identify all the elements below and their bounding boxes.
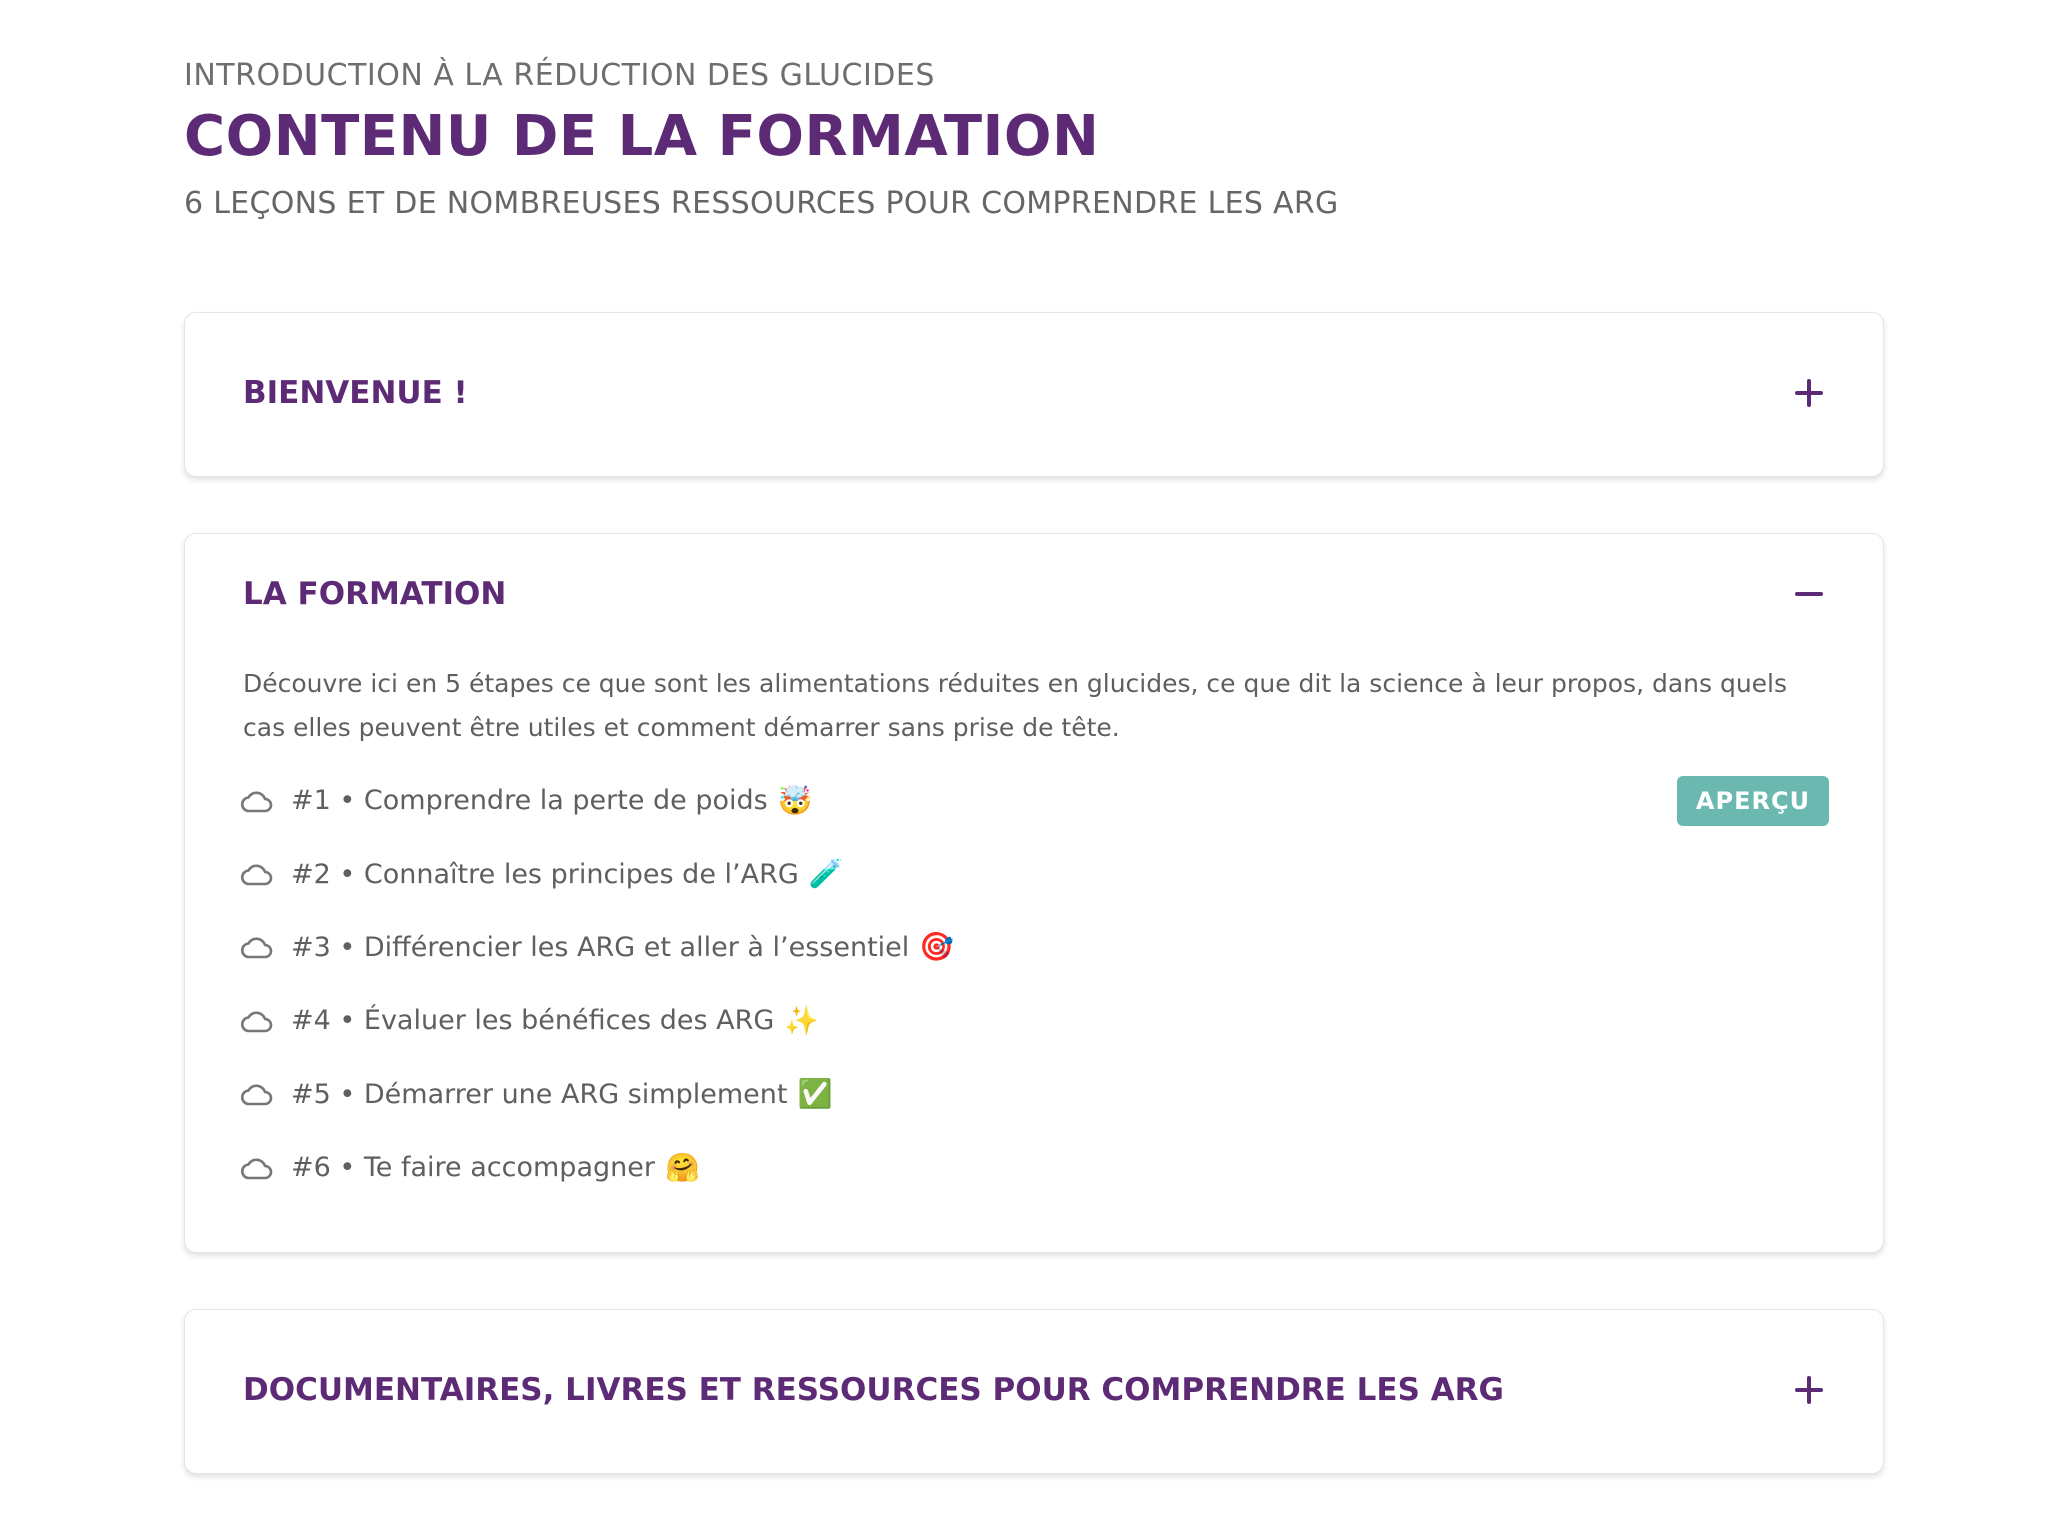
lesson-item-1[interactable]: #1 • Comprendre la perte de poids 🤯 APER… xyxy=(239,764,1829,837)
lesson-label: #2 • Connaître les principes de l’ARG xyxy=(291,858,799,890)
page-title: CONTENU DE LA FORMATION xyxy=(184,104,1100,169)
section-card-bienvenue: BIENVENUE ! xyxy=(184,312,1884,477)
lesson-item-5[interactable]: #5 • Démarrer une ARG simplement ✅ xyxy=(239,1058,1829,1131)
test-tube-emoji: 🧪 xyxy=(808,858,844,890)
cloud-icon xyxy=(240,864,273,886)
lesson-label: #5 • Démarrer une ARG simplement xyxy=(291,1078,788,1110)
exploding-head-emoji: 🤯 xyxy=(777,784,813,816)
cloud-icon xyxy=(240,791,273,812)
section-title: BIENVENUE ! xyxy=(243,375,468,411)
plus-icon[interactable] xyxy=(1793,377,1825,409)
check-mark-emoji: ✅ xyxy=(797,1078,833,1110)
sparkles-emoji: ✨ xyxy=(784,1004,820,1036)
cloud-icon xyxy=(240,1158,273,1179)
cloud-icon xyxy=(240,1011,273,1033)
lesson-label: #3 • Différencier les ARG et aller à l’e… xyxy=(291,931,910,963)
preview-button[interactable]: APERÇU xyxy=(1677,776,1829,826)
lesson-list: #1 • Comprendre la perte de poids 🤯 APER… xyxy=(239,764,1829,1204)
section-description: Découvre ici en 5 étapes ce que sont les… xyxy=(243,669,1788,742)
course-eyebrow: INTRODUCTION À LA RÉDUCTION DES GLUCIDES xyxy=(184,58,935,93)
lesson-label: #1 • Comprendre la perte de poids xyxy=(291,785,768,817)
lesson-label: #6 • Te faire accompagner xyxy=(291,1152,655,1184)
plus-icon[interactable] xyxy=(1793,1374,1825,1406)
minus-icon[interactable] xyxy=(1793,578,1825,610)
lesson-item-2[interactable]: #2 • Connaître les principes de l’ARG 🧪 xyxy=(239,837,1829,910)
cloud-icon xyxy=(240,937,273,959)
lesson-item-6[interactable]: #6 • Te faire accompagner 🤗 xyxy=(239,1131,1829,1204)
section-header-bienvenue[interactable]: BIENVENUE ! xyxy=(243,373,1825,413)
page-subtitle: 6 LEÇONS ET DE NOMBREUSES RESSOURCES POU… xyxy=(184,186,1339,221)
section-title: LA FORMATION xyxy=(243,576,507,612)
lesson-label: #4 • Évaluer les bénéfices des ARG xyxy=(291,1005,775,1037)
section-title: DOCUMENTAIRES, LIVRES ET RESSOURCES POUR… xyxy=(243,1372,1504,1408)
cloud-icon xyxy=(240,1084,273,1106)
target-emoji: 🎯 xyxy=(919,931,955,963)
section-header-la-formation[interactable]: LA FORMATION xyxy=(243,574,1825,614)
section-header-ressources[interactable]: DOCUMENTAIRES, LIVRES ET RESSOURCES POUR… xyxy=(243,1370,1825,1410)
lesson-item-3[interactable]: #3 • Différencier les ARG et aller à l’e… xyxy=(239,911,1829,984)
section-card-ressources: DOCUMENTAIRES, LIVRES ET RESSOURCES POUR… xyxy=(184,1309,1884,1474)
section-card-la-formation: LA FORMATION Découvre ici en 5 étapes ce… xyxy=(184,533,1884,1253)
hugging-face-emoji: 🤗 xyxy=(664,1151,700,1183)
lesson-item-4[interactable]: #4 • Évaluer les bénéfices des ARG ✨ xyxy=(239,984,1829,1057)
